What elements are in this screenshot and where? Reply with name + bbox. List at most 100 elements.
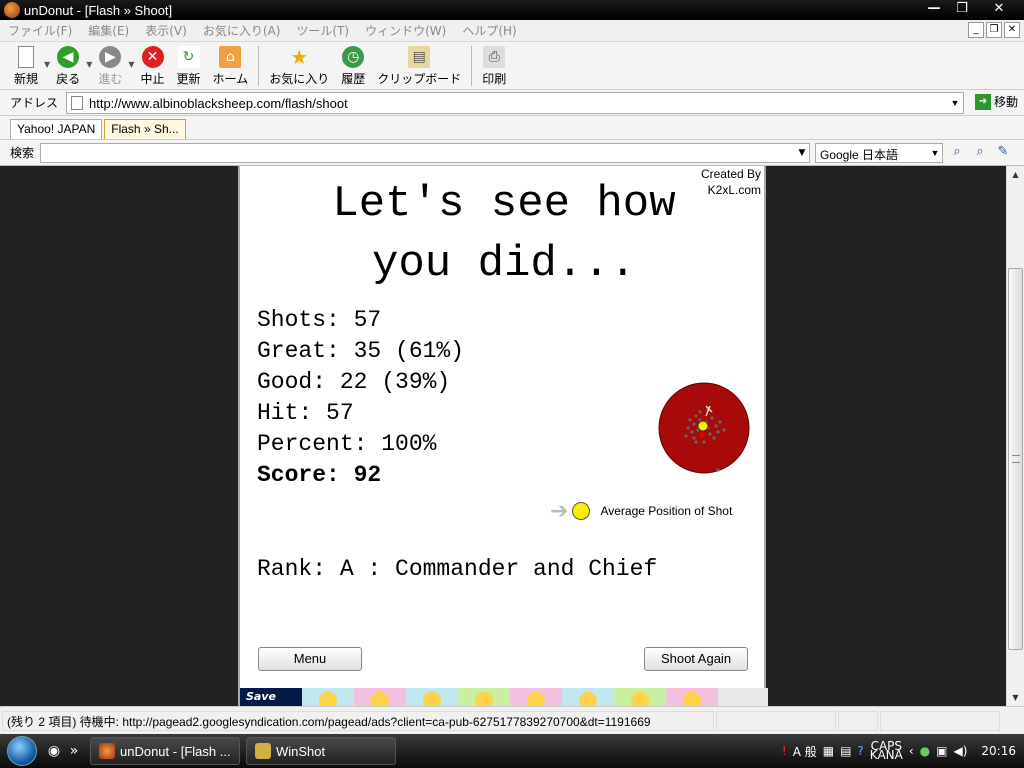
refresh-icon: ↻ (177, 46, 200, 68)
alert-icon[interactable]: ! (782, 744, 787, 758)
quick-launch-expand-icon[interactable]: » (64, 743, 84, 759)
mdi-restore-button[interactable]: ❐ (986, 22, 1002, 38)
engine-dropdown-icon[interactable]: ▼ (928, 144, 942, 162)
toolbar-separator (258, 46, 260, 86)
address-input[interactable]: http://www.albinoblacksheep.com/flash/sh… (66, 92, 964, 114)
stat-hit: Hit: 57 (257, 400, 354, 426)
new-button[interactable]: 新規 (8, 42, 44, 87)
winshot-icon (255, 743, 271, 759)
menu-bar: ファイル(F) 編集(E) 表示(V) お気に入り(A) ツール(T) ウィンド… (0, 20, 1024, 42)
windows-orb-icon (7, 736, 37, 766)
go-arrow-icon: ➜ (974, 93, 991, 110)
status-bar: (残り 2 項目) 待機中: http://pagead2.googlesynd… (0, 706, 1024, 734)
undonut-icon (99, 743, 115, 759)
menu-button[interactable]: Menu (258, 647, 362, 671)
back-arrow-icon: ◀ (57, 46, 80, 68)
ad-banner[interactable]: Save (240, 688, 768, 706)
search-icon[interactable]: ⌕ (948, 144, 966, 162)
emoticon-icon (302, 688, 354, 706)
media-player-icon[interactable]: ◉ (44, 743, 64, 759)
new-page-icon (18, 46, 34, 68)
minimize-button[interactable]: — (920, 0, 948, 18)
flash-game[interactable]: Created By K2xL.com Let's see how you did… (238, 166, 768, 706)
system-tray: ! A 般 ▦ ▤ ? CAPS KANA ‹ ● ▣ ◀) 20:16 (776, 734, 1024, 768)
go-button[interactable]: ➜ 移動 (974, 93, 1018, 110)
average-shot-legend: ➔ Average Position of Shot (550, 498, 733, 523)
menu-window[interactable]: ウィンドウ(W) (357, 22, 454, 39)
home-button[interactable]: ⌂ ホーム (207, 42, 255, 87)
scroll-thumb[interactable] (1008, 268, 1023, 650)
home-icon: ⌂ (219, 46, 242, 68)
menu-file[interactable]: ファイル(F) (0, 22, 80, 39)
search-input[interactable]: ▼ (40, 143, 810, 163)
forward-button[interactable]: ▶ 進む (92, 42, 128, 87)
dictionary-icon[interactable]: ▤ (840, 744, 851, 758)
start-button[interactable] (0, 734, 44, 768)
tab-yahoo-japan[interactable]: Yahoo! JAPAN (10, 119, 103, 139)
highlight-icon[interactable]: ✎ (994, 144, 1012, 162)
mdi-close-button[interactable]: ✕ (1004, 22, 1020, 38)
stat-great: Great: 35 (61%) (257, 338, 465, 364)
menu-favorites[interactable]: お気に入り(A) (195, 22, 289, 39)
shoot-again-button[interactable]: Shoot Again (644, 647, 748, 671)
address-label: アドレス (10, 96, 59, 110)
toolbar-separator (471, 46, 473, 86)
star-icon: ★ (290, 45, 309, 69)
app-icon (4, 2, 20, 18)
toolbar: 新規 ▼ ◀ 戻る ▼ ▶ 進む ▼ ✕ 中止 ↻ 更新 ⌂ ホーム ★ お気に… (0, 42, 1024, 90)
mdi-minimize-button[interactable]: _ (968, 22, 984, 38)
page-icon (71, 96, 83, 110)
maximize-button[interactable]: ❐ (948, 0, 976, 18)
stat-good: Good: 22 (39%) (257, 369, 451, 395)
menu-tools[interactable]: ツール(T) (288, 22, 357, 39)
window-title: unDonut - [Flash » Shoot] (24, 2, 173, 18)
address-bar: アドレス http://www.albinoblacksheep.com/fla… (0, 90, 1024, 116)
vertical-scrollbar[interactable]: ▲ ▼ (1006, 166, 1024, 706)
emoticon-icon (406, 688, 458, 706)
network-icon[interactable]: ▣ (936, 744, 947, 758)
task-winshot[interactable]: WinShot (246, 737, 396, 765)
stop-button[interactable]: ✕ 中止 (135, 42, 171, 87)
clock[interactable]: 20:16 (981, 744, 1016, 758)
print-button[interactable]: ⎙ 印刷 (476, 42, 512, 87)
task-undonut[interactable]: unDonut - [Flash ... (90, 737, 240, 765)
back-button[interactable]: ◀ 戻る (50, 42, 86, 87)
scroll-down-icon[interactable]: ▼ (1007, 689, 1024, 706)
menu-edit[interactable]: 編集(E) (80, 22, 137, 39)
stat-shots: Shots: 57 (257, 307, 382, 333)
search-dropdown-icon[interactable]: ▼ (795, 144, 809, 162)
search-label: 検索 (10, 146, 35, 160)
clipboard-button[interactable]: ▤ クリップボード (371, 42, 467, 87)
close-button[interactable]: ✕ (976, 0, 1022, 18)
status-pane (716, 710, 836, 731)
forward-arrow-icon: ▶ (99, 46, 122, 68)
favorites-button[interactable]: ★ お気に入り (263, 42, 335, 87)
results-heading: Let's see how you did... (332, 179, 676, 289)
refresh-button[interactable]: ↻ 更新 (171, 42, 207, 87)
average-dot-icon (572, 502, 591, 520)
tab-bar: Yahoo! JAPAN Flash » Sh... (0, 116, 1024, 140)
emoticon-icon (562, 688, 614, 706)
menu-view[interactable]: 表示(V) (137, 22, 195, 39)
ime-indicator[interactable]: A 般 (793, 743, 817, 760)
menu-help[interactable]: ヘルプ(H) (454, 22, 524, 39)
printer-icon: ⎙ (483, 46, 506, 68)
grip-icon (1012, 455, 1020, 463)
help-icon[interactable]: ? (857, 744, 863, 758)
clipboard-icon: ▤ (408, 46, 431, 68)
scroll-up-icon[interactable]: ▲ (1007, 166, 1024, 183)
rank-text: Rank: A : Commander and Chief (257, 556, 658, 582)
hit-mark (699, 431, 705, 437)
search-page-icon[interactable]: ⌕ (971, 144, 989, 162)
page-content: Created By K2xL.com Let's see how you did… (0, 166, 1006, 706)
ime-tool-icon[interactable]: ▦ (823, 744, 834, 758)
zoom-pane[interactable] (880, 710, 1000, 731)
search-engine-select[interactable]: Google 日本語 ▼ (815, 143, 943, 163)
show-hidden-icon[interactable]: ‹ (909, 744, 914, 758)
volume-icon[interactable]: ◀) (953, 744, 967, 758)
user-icon[interactable]: ● (920, 744, 930, 758)
tab-flash-shoot[interactable]: Flash » Sh... (104, 119, 186, 139)
history-button[interactable]: ◷ 履歴 (335, 42, 371, 87)
address-dropdown-icon[interactable]: ▼ (947, 93, 963, 113)
shot-target (658, 382, 750, 474)
